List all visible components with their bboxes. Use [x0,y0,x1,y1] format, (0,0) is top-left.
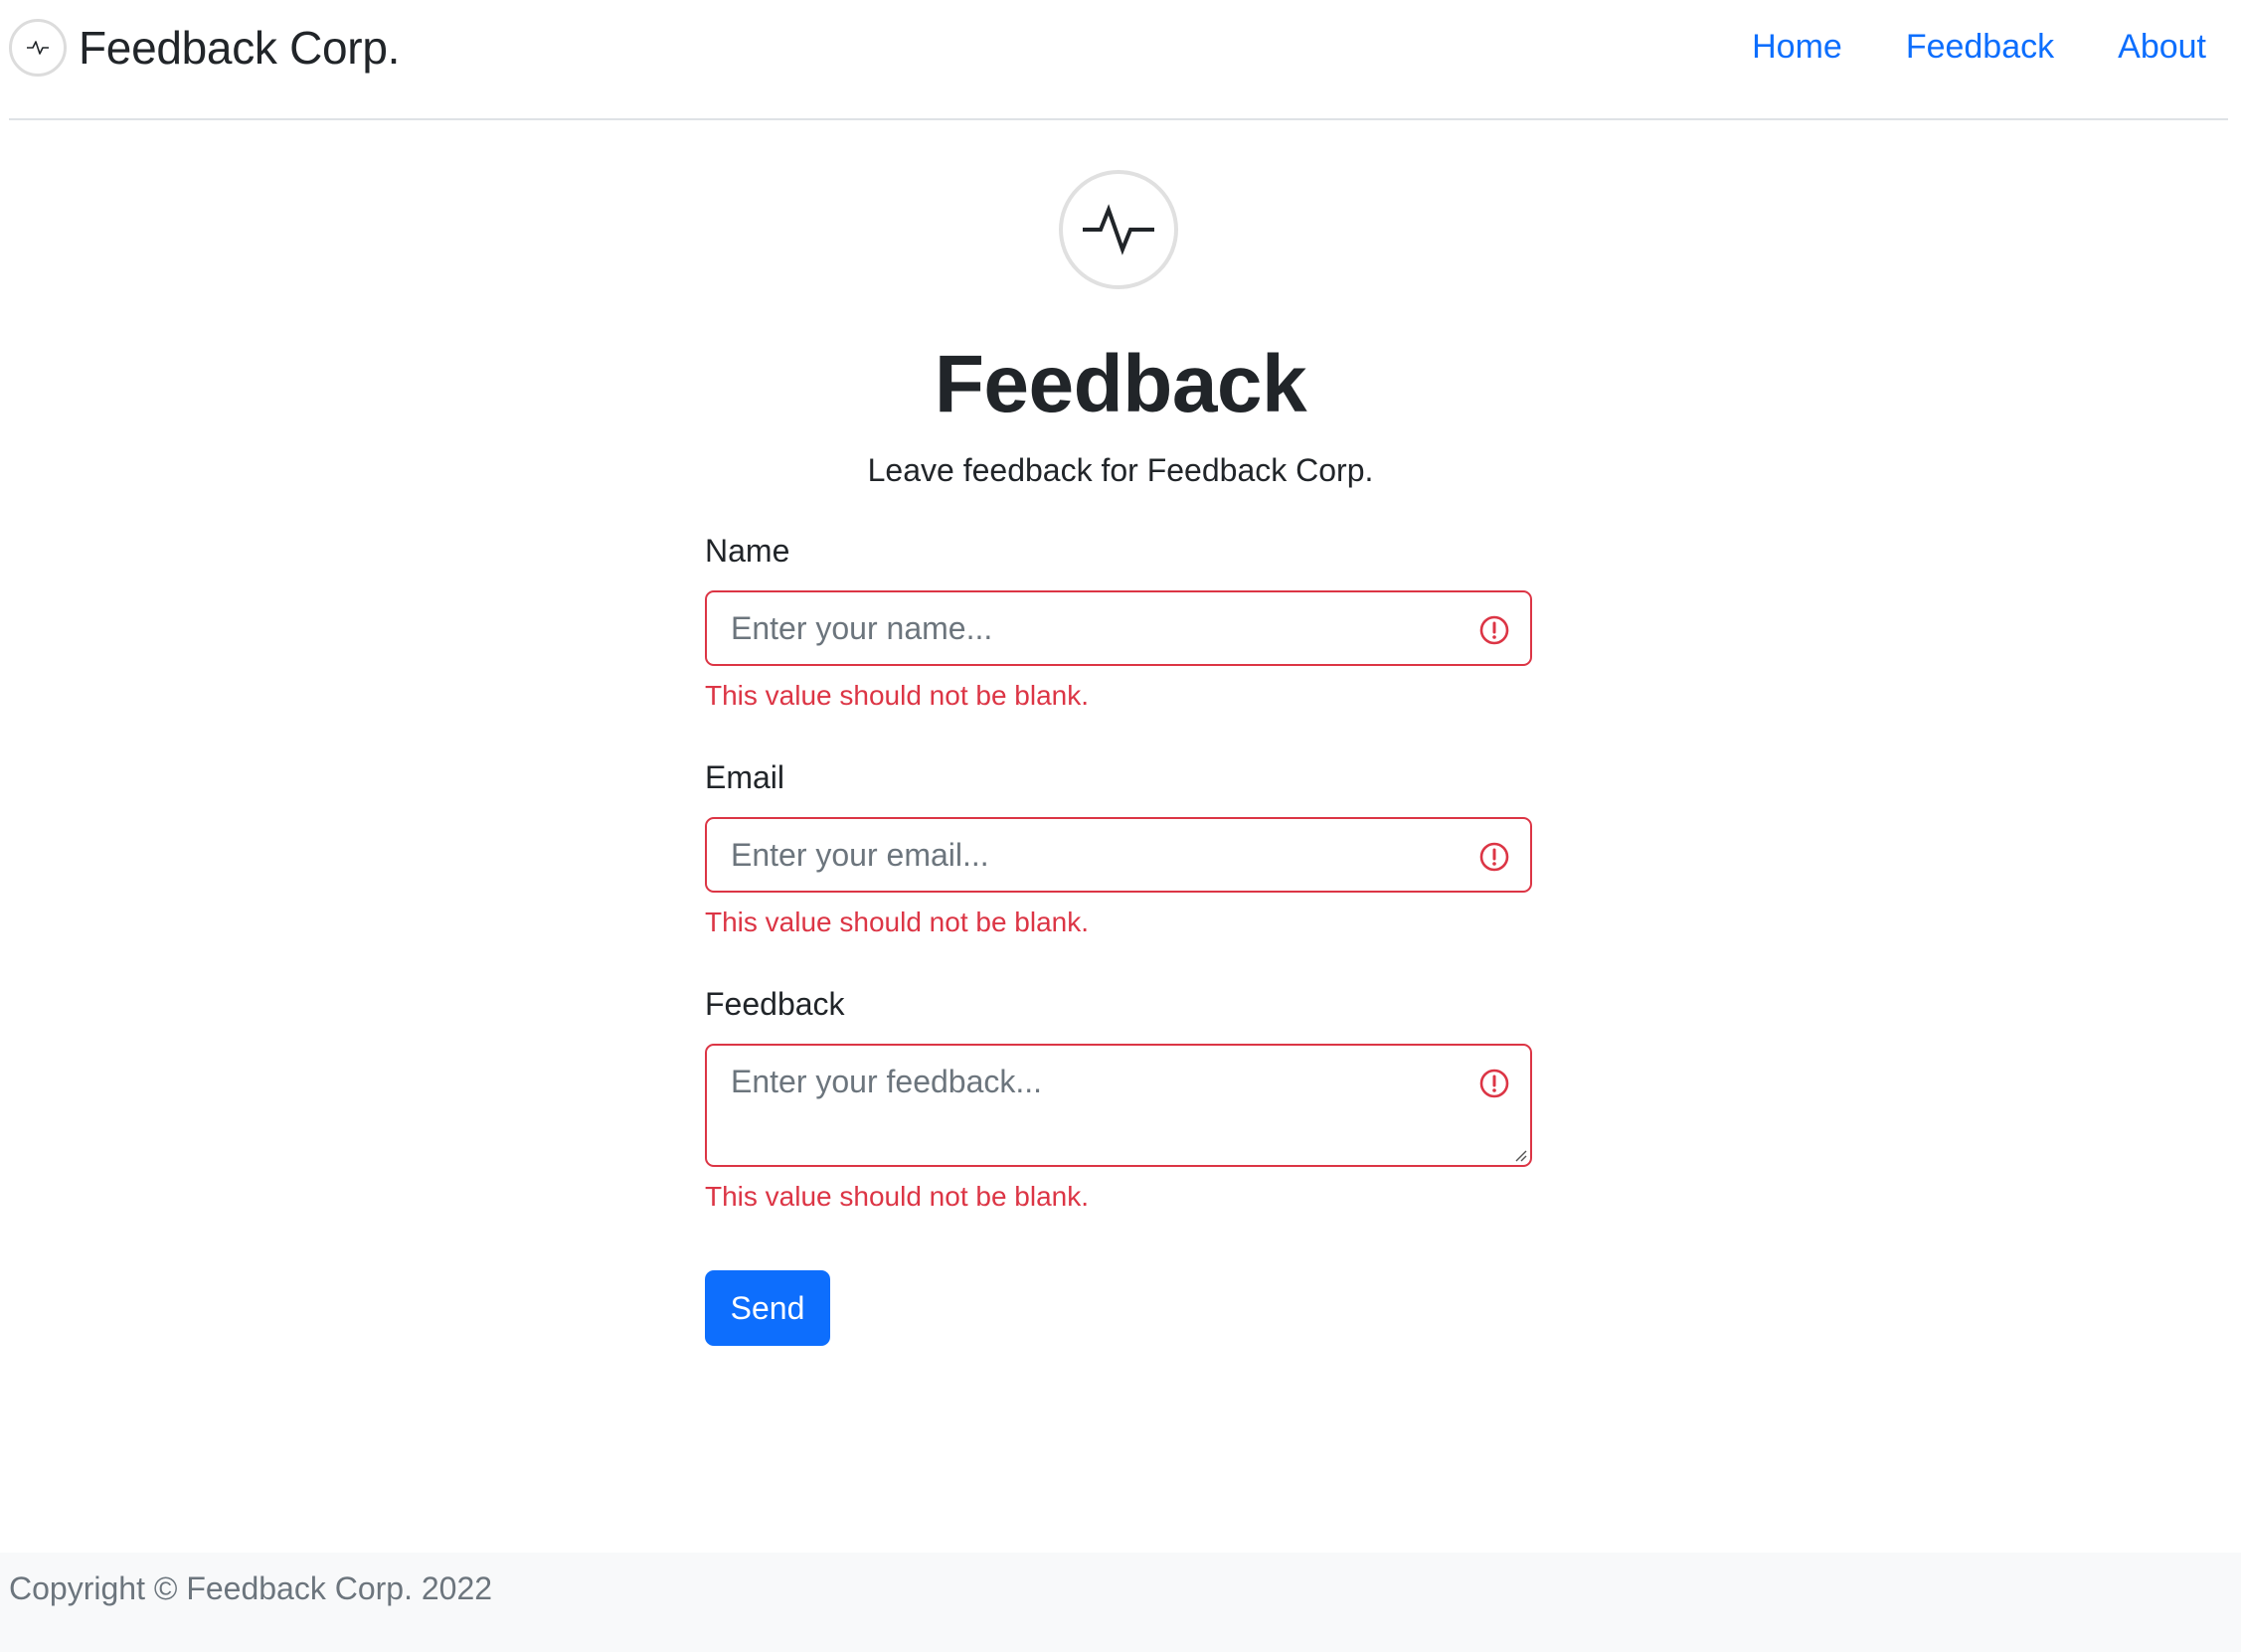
copyright-text: Copyright © Feedback Corp. 2022 [9,1569,493,1606]
warning-icon [1479,1069,1509,1098]
feedback-label: Feedback [705,986,845,1022]
pulse-icon [1059,170,1178,289]
brand-link[interactable]: Feedback Corp. [9,18,401,77]
brand-name: Feedback Corp. [79,21,401,74]
email-error: This value should not be blank. [705,907,1090,937]
email-label: Email [705,759,785,795]
main-nav: Home Feedback About [1688,28,2206,67]
feedback-error: This value should not be blank. [705,1181,1090,1212]
warning-icon [1479,842,1509,872]
send-button[interactable]: Send [705,1270,830,1346]
page: Feedback Corp. Home Feedback About Feedb… [0,0,2241,1652]
navbar: Feedback Corp. Home Feedback About [9,0,2228,120]
feedback-field-wrapper [705,1044,1532,1167]
feedback-textarea[interactable] [707,1046,1530,1165]
name-error: This value should not be blank. [705,680,1090,711]
name-input[interactable] [707,592,1530,664]
warning-icon [1479,615,1509,645]
name-label: Name [705,533,790,569]
email-field-wrapper [705,817,1532,893]
resize-handle-icon[interactable] [1512,1147,1528,1163]
footer: Copyright © Feedback Corp. 2022 [0,1553,2241,1652]
feedback-group: Feedback This value should not be blank. [705,986,1532,1223]
pulse-icon [9,18,67,77]
email-input[interactable] [707,819,1530,891]
nav-link-about[interactable]: About [2118,28,2206,67]
page-subtitle: Leave feedback for Feedback Corp. [867,452,1374,488]
name-field-wrapper [705,590,1532,666]
page-title: Feedback [934,339,1307,429]
name-group: Name This value should not be blank. [705,533,1532,722]
nav-link-home[interactable]: Home [1752,28,1842,67]
feedback-form: Name This value should not be blank. Ema… [705,533,1532,1346]
nav-link-feedback[interactable]: Feedback [1906,28,2054,67]
email-group: Email This value should not be blank. [705,759,1532,948]
